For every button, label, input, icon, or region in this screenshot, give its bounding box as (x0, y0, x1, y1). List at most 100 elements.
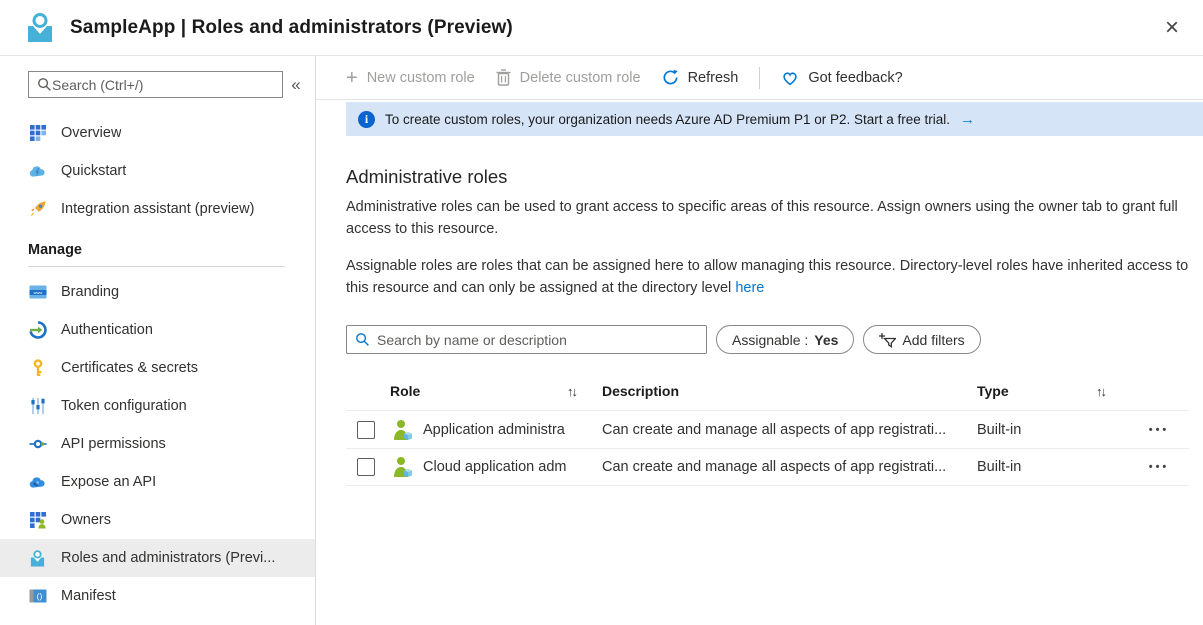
role-name[interactable]: Application administra (423, 422, 565, 438)
refresh-button[interactable]: Refresh (662, 69, 739, 86)
role-search-input[interactable] (377, 332, 698, 348)
plus-icon: + (346, 68, 358, 88)
sidebar-item-owners[interactable]: Owners (0, 501, 315, 539)
filter-bar: Assignable : Yes Add filters (346, 325, 1189, 354)
sliders-icon (28, 397, 47, 416)
info-icon: i (358, 111, 375, 128)
sidebar-item-authentication[interactable]: Authentication (0, 311, 315, 349)
sidebar-item-expose-an-api[interactable]: Expose an API (0, 463, 315, 501)
sidebar-item-label: API permissions (61, 436, 166, 452)
new-custom-role-button[interactable]: + New custom role (346, 68, 475, 88)
new-custom-role-label: New custom role (367, 70, 475, 86)
banner-text: To create custom roles, your organizatio… (385, 112, 950, 127)
key-icon (28, 359, 47, 378)
search-icon (37, 77, 52, 92)
sidebar-item-label: Authentication (61, 322, 153, 338)
sidebar-item-integration-assistant[interactable]: Integration assistant (preview) (0, 190, 315, 228)
role-person-icon (390, 418, 414, 442)
heart-icon (781, 69, 799, 86)
code-window-icon: () (28, 587, 47, 606)
sidebar-item-label: Manifest (61, 588, 116, 604)
sidebar-search[interactable] (28, 71, 283, 98)
toolbar-divider (759, 67, 760, 89)
sidebar-item-label: Roles and administrators (Previ... (61, 550, 275, 566)
description-paragraph-1: Administrative roles can be used to gran… (346, 196, 1189, 240)
connector-icon (28, 435, 47, 454)
add-filter-icon (879, 332, 896, 348)
browser-window-icon: www (28, 283, 47, 302)
page-title: SampleApp | Roles and administrators (Pr… (70, 17, 513, 39)
got-feedback-button[interactable]: Got feedback? (781, 69, 902, 86)
sidebar-item-api-permissions[interactable]: API permissions (0, 425, 315, 463)
cloud-bolt-icon (28, 162, 47, 181)
role-search[interactable] (346, 325, 707, 354)
blade-header: SampleApp | Roles and administrators (Pr… (0, 0, 1203, 56)
role-description: Can create and manage all aspects of app… (602, 422, 977, 438)
paragraph-2-text: Assignable roles are roles that can be a… (346, 258, 1188, 296)
assignable-filter-chip[interactable]: Assignable : Yes (716, 325, 854, 354)
assignable-filter-value: Yes (814, 332, 838, 348)
here-link[interactable]: here (735, 280, 764, 296)
roles-table: Role ↑↓ Description Type ↑↓ (346, 372, 1189, 486)
sidebar: « Overview (0, 56, 316, 625)
sidebar-item-label: Token configuration (61, 398, 187, 414)
column-header-description[interactable]: Description (602, 383, 679, 399)
sidebar-item-roles-and-administrators[interactable]: Roles and administrators (Previ... (0, 539, 315, 577)
column-header-type[interactable]: Type (977, 383, 1009, 399)
row-checkbox[interactable] (357, 421, 375, 439)
sort-icon[interactable]: ↑↓ (567, 384, 576, 399)
table-row[interactable]: Cloud application adm Can create and man… (346, 448, 1189, 486)
divider (28, 266, 285, 267)
arrow-right-icon[interactable]: → (960, 111, 975, 128)
role-type: Built-in (977, 422, 1129, 438)
sidebar-item-quickstart[interactable]: Quickstart (0, 152, 315, 190)
cloud-api-icon (28, 473, 47, 492)
search-icon (355, 332, 370, 347)
sidebar-item-overview[interactable]: Overview (0, 114, 315, 152)
sidebar-item-label: Overview (61, 125, 121, 141)
section-heading: Administrative roles (346, 166, 1189, 188)
sidebar-item-label: Branding (61, 284, 119, 300)
toolbar: + New custom role Delete custom role (316, 56, 1203, 100)
person-badge-icon (28, 549, 47, 568)
role-person-icon (390, 455, 414, 479)
sidebar-item-label: Quickstart (61, 163, 126, 179)
role-type: Built-in (977, 459, 1129, 475)
sidebar-item-label: Owners (61, 512, 111, 528)
close-icon[interactable]: × (1159, 14, 1185, 42)
row-checkbox[interactable] (357, 458, 375, 476)
refresh-icon (662, 69, 679, 86)
sort-icon[interactable]: ↑↓ (1096, 384, 1105, 399)
add-filters-label: Add filters (902, 332, 964, 348)
sidebar-item-branding[interactable]: www Branding (0, 273, 315, 311)
sidebar-item-label: Integration assistant (preview) (61, 201, 254, 217)
assignable-filter-label: Assignable : (732, 332, 808, 348)
table-row[interactable]: Application administra Can create and ma… (346, 410, 1189, 448)
grid-person-icon (28, 511, 47, 530)
sidebar-group-manage: Manage (0, 228, 315, 266)
main-panel: + New custom role Delete custom role (316, 56, 1203, 625)
sidebar-item-label: Expose an API (61, 474, 156, 490)
role-name[interactable]: Cloud application adm (423, 459, 566, 475)
collapse-sidebar-icon[interactable]: « (283, 75, 309, 95)
delete-custom-role-button[interactable]: Delete custom role (496, 69, 641, 86)
rocket-icon (28, 200, 47, 219)
row-menu-icon[interactable]: ••• (1129, 424, 1189, 436)
table-header-row: Role ↑↓ Description Type ↑↓ (346, 372, 1189, 410)
role-description: Can create and manage all aspects of app… (602, 459, 977, 475)
sidebar-search-input[interactable] (52, 77, 274, 93)
description-paragraph-2: Assignable roles are roles that can be a… (346, 255, 1189, 299)
svg-text:(): () (36, 591, 42, 601)
column-header-role[interactable]: Role (390, 383, 420, 399)
row-menu-icon[interactable]: ••• (1129, 461, 1189, 473)
sidebar-item-manifest[interactable]: () Manifest (0, 577, 315, 615)
add-filters-button[interactable]: Add filters (863, 325, 980, 354)
grid-icon (28, 124, 47, 143)
got-feedback-label: Got feedback? (808, 70, 902, 86)
delete-custom-role-label: Delete custom role (520, 70, 641, 86)
sidebar-item-certificates-secrets[interactable]: Certificates & secrets (0, 349, 315, 387)
svg-text:www: www (33, 290, 42, 295)
sidebar-item-token-configuration[interactable]: Token configuration (0, 387, 315, 425)
info-banner[interactable]: i To create custom roles, your organizat… (346, 102, 1203, 136)
app-icon (24, 12, 56, 44)
